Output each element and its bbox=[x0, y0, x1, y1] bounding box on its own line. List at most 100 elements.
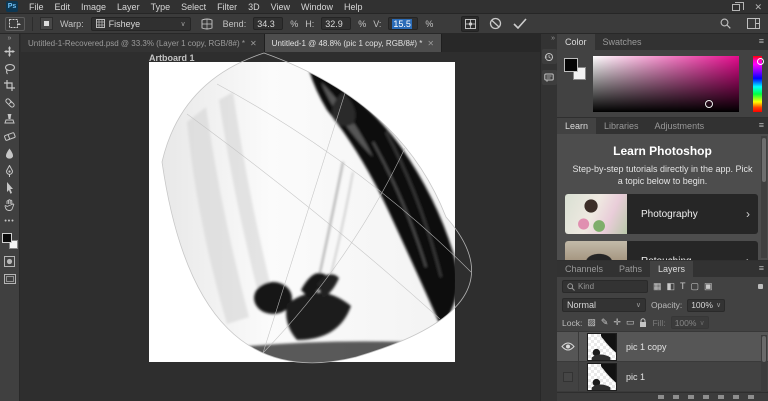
bend-unit: % bbox=[290, 18, 299, 29]
hand-tool[interactable] bbox=[1, 196, 19, 213]
canvas-area[interactable]: Artboard 1 bbox=[21, 52, 540, 401]
filter-adjustment-icon[interactable]: ◧ bbox=[667, 280, 676, 293]
v-input[interactable]: 15.5 bbox=[388, 17, 419, 30]
menu-file[interactable]: File bbox=[29, 0, 44, 14]
search-icon bbox=[567, 282, 575, 291]
commit-transform-icon[interactable] bbox=[511, 16, 529, 32]
blend-mode-select[interactable]: Normal ∨ bbox=[562, 298, 646, 312]
layer-row-pic1copy[interactable]: pic 1 copy bbox=[557, 331, 768, 362]
doc-tab-recovered[interactable]: Untitled-1-Recovered.psd @ 33.3% (Layer … bbox=[21, 34, 265, 52]
bend-input[interactable]: 34.3 bbox=[253, 17, 284, 30]
edit-toolbar-icon[interactable]: ••• bbox=[1, 213, 19, 230]
menu-window[interactable]: Window bbox=[301, 0, 333, 14]
warp-orientation-icon[interactable] bbox=[198, 16, 216, 32]
filter-shape-icon[interactable]: ▢ bbox=[691, 280, 700, 293]
filter-toggle-icon[interactable] bbox=[758, 284, 763, 289]
move-tool[interactable] bbox=[1, 43, 19, 60]
learn-card-retouching[interactable]: Retouching › bbox=[565, 241, 758, 260]
lock-transparency-icon[interactable]: ▨ bbox=[587, 317, 596, 328]
healing-brush-tool[interactable] bbox=[1, 94, 19, 111]
warp-anchor-toggle[interactable] bbox=[40, 17, 53, 30]
pen-tool[interactable] bbox=[1, 162, 19, 179]
close-tab-icon[interactable]: ✕ bbox=[427, 39, 434, 48]
lasso-tool[interactable] bbox=[1, 60, 19, 77]
tab-adjustments[interactable]: Adjustments bbox=[647, 118, 713, 134]
h-input[interactable]: 32.9 bbox=[321, 17, 352, 30]
layer-row-pic1[interactable]: pic 1 bbox=[557, 361, 768, 392]
tab-learn[interactable]: Learn bbox=[557, 118, 597, 134]
panel-menu-icon[interactable]: ≡ bbox=[759, 120, 764, 130]
path-select-tool[interactable] bbox=[1, 179, 19, 196]
opacity-input[interactable]: 100% ∨ bbox=[687, 298, 726, 312]
cancel-transform-icon[interactable] bbox=[486, 16, 504, 32]
lock-position-icon[interactable]: ✛ bbox=[613, 317, 621, 328]
menu-edit[interactable]: Edit bbox=[55, 0, 71, 14]
layers-scrollbar[interactable] bbox=[761, 335, 767, 397]
learn-card-photography[interactable]: Photography › bbox=[565, 194, 758, 234]
menu-filter[interactable]: Filter bbox=[217, 0, 237, 14]
fill-input[interactable]: 100% ∨ bbox=[670, 316, 709, 329]
menu-layer[interactable]: Layer bbox=[117, 0, 140, 14]
menu-type[interactable]: Type bbox=[151, 0, 171, 14]
crop-tool[interactable] bbox=[1, 77, 19, 94]
eraser-tool[interactable] bbox=[1, 128, 19, 145]
panel-menu-icon[interactable]: ≡ bbox=[759, 36, 764, 46]
tab-paths[interactable]: Paths bbox=[611, 261, 650, 277]
workspace-switcher-icon[interactable] bbox=[747, 18, 760, 29]
comments-panel-icon[interactable] bbox=[541, 70, 557, 85]
close-tab-icon[interactable]: ✕ bbox=[250, 39, 257, 48]
lock-artboard-icon[interactable]: ▭ bbox=[626, 317, 635, 328]
tab-libraries[interactable]: Libraries bbox=[596, 118, 647, 134]
learn-scrollbar[interactable] bbox=[761, 136, 767, 258]
foreground-color-swatch[interactable] bbox=[1, 233, 12, 243]
filter-smartobject-icon[interactable]: ▣ bbox=[704, 280, 713, 293]
color-panel-swatches[interactable] bbox=[564, 58, 586, 80]
lock-label: Lock: bbox=[562, 317, 583, 328]
split-warp-icon[interactable] bbox=[461, 15, 480, 32]
tab-color[interactable]: Color bbox=[557, 34, 595, 50]
tab-layers[interactable]: Layers bbox=[650, 261, 694, 277]
menu-3d[interactable]: 3D bbox=[248, 0, 260, 14]
menu-view[interactable]: View bbox=[271, 0, 290, 14]
tab-swatches[interactable]: Swatches bbox=[595, 34, 650, 50]
doc-tab-untitled1[interactable]: Untitled-1 @ 48.8% (pic 1 copy, RGB/8#) … bbox=[264, 34, 443, 52]
clone-stamp-tool[interactable] bbox=[1, 111, 19, 128]
warp-style-select[interactable]: Fisheye ∨ bbox=[90, 16, 191, 31]
layer-thumbnail[interactable] bbox=[587, 332, 617, 361]
screen-mode-icon[interactable] bbox=[1, 270, 19, 287]
search-icon[interactable] bbox=[720, 18, 731, 29]
foreground-background-swatches[interactable] bbox=[1, 233, 18, 249]
warped-photo[interactable] bbox=[21, 52, 540, 401]
history-panel-icon[interactable] bbox=[541, 49, 557, 64]
filter-pixel-icon[interactable]: ▦ bbox=[653, 280, 662, 293]
visibility-toggle[interactable] bbox=[557, 361, 579, 392]
tool-preset-picker[interactable] bbox=[5, 16, 25, 31]
retouching-thumbnail bbox=[565, 241, 627, 260]
tab-channels[interactable]: Channels bbox=[557, 261, 611, 277]
menu-select[interactable]: Select bbox=[181, 0, 206, 14]
warp-label: Warp: bbox=[60, 18, 84, 29]
toolbar-collapse-icon[interactable]: » bbox=[8, 35, 12, 43]
color-picker-cursor[interactable] bbox=[705, 100, 713, 108]
artboard-label[interactable]: Artboard 1 bbox=[149, 53, 195, 63]
blur-tool[interactable] bbox=[1, 145, 19, 162]
menu-help[interactable]: Help bbox=[344, 0, 363, 14]
quick-mask-icon[interactable] bbox=[1, 253, 19, 270]
visibility-toggle[interactable] bbox=[557, 331, 579, 362]
lock-pixels-icon[interactable]: ✎ bbox=[601, 317, 609, 328]
hue-slider-marker[interactable] bbox=[757, 58, 764, 65]
h-unit: % bbox=[358, 18, 367, 29]
warp-style-value: Fisheye bbox=[108, 18, 141, 29]
filter-type-icon[interactable]: T bbox=[680, 280, 686, 293]
layers-footer-icons[interactable] bbox=[557, 392, 768, 401]
panel-menu-icon[interactable]: ≡ bbox=[759, 263, 764, 273]
layer-filter-search[interactable]: Kind bbox=[562, 280, 648, 293]
restore-window-icon[interactable] bbox=[732, 1, 745, 11]
layer-thumbnail[interactable] bbox=[587, 362, 617, 391]
lock-all-icon[interactable] bbox=[639, 317, 647, 328]
close-window-icon[interactable]: ✕ bbox=[754, 2, 762, 13]
eye-hidden-box[interactable] bbox=[562, 371, 573, 382]
menu-image[interactable]: Image bbox=[81, 0, 106, 14]
v-unit: % bbox=[425, 18, 434, 29]
saturation-field[interactable] bbox=[593, 56, 739, 112]
